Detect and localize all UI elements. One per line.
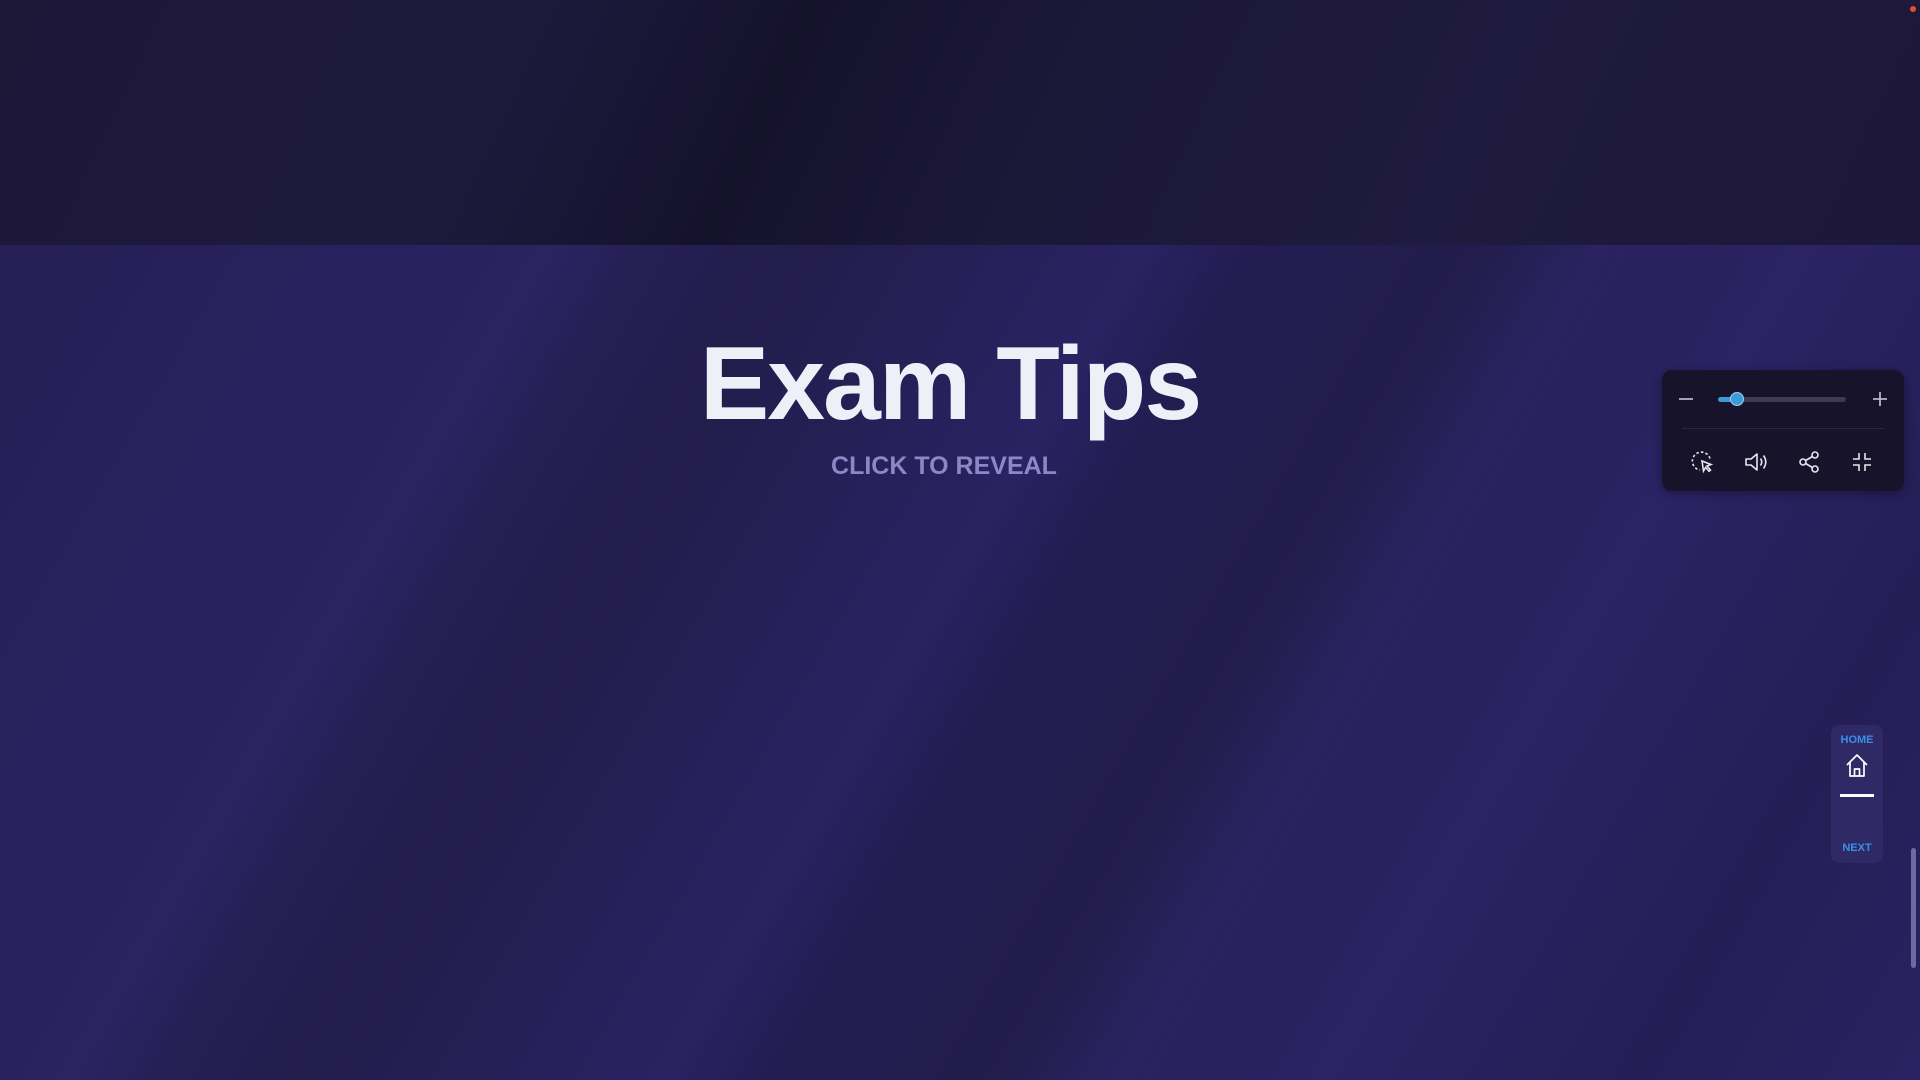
zoom-row (1662, 370, 1904, 428)
share-icon[interactable] (1794, 447, 1824, 477)
next-button[interactable]: NEXT (1831, 842, 1883, 854)
speaker-icon[interactable] (1741, 447, 1771, 477)
slide-navigator: HOME NEXT (1831, 725, 1883, 863)
minimize-icon[interactable] (1847, 447, 1877, 477)
zoom-slider[interactable] (1718, 392, 1846, 406)
minus-icon[interactable] (1671, 384, 1701, 414)
media-control-panel (1662, 370, 1904, 491)
scrollbar[interactable] (1911, 848, 1916, 968)
recording-indicator (1910, 6, 1916, 12)
home-label[interactable]: HOME (1831, 734, 1883, 746)
nav-divider (1840, 794, 1874, 797)
page-title: Exam Tips (699, 326, 1202, 442)
zoom-slider-thumb[interactable] (1730, 392, 1745, 406)
click-to-reveal-button[interactable]: CLICK TO REVEAL (0, 452, 1888, 481)
click-pointer-icon[interactable] (1688, 447, 1718, 477)
plus-icon[interactable] (1865, 384, 1895, 414)
panel-divider (1682, 428, 1884, 429)
top-banner (0, 0, 1920, 245)
home-icon[interactable] (1844, 752, 1870, 780)
